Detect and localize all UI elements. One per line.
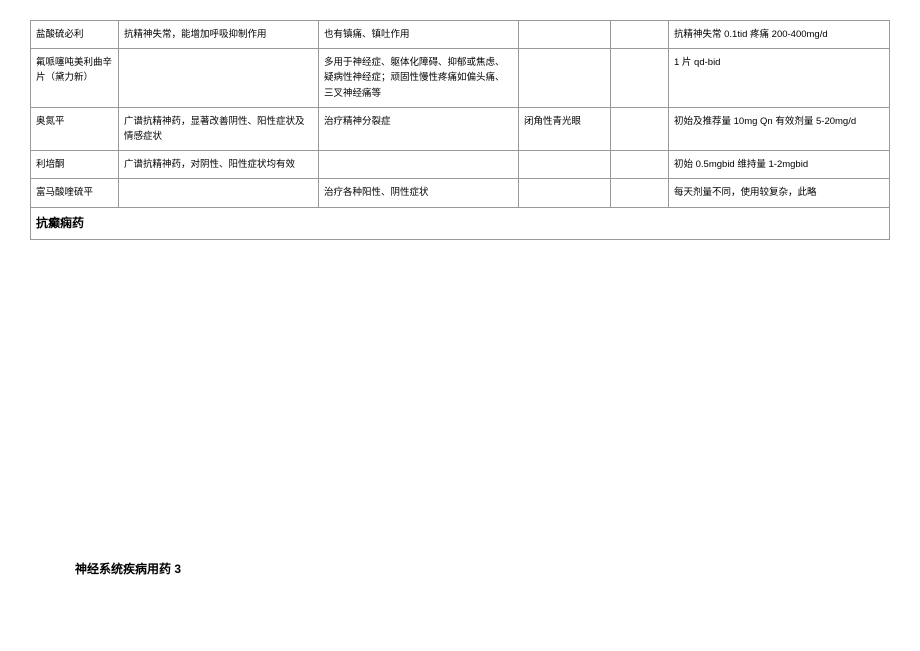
cell-mechanism: 广谱抗精神药，对阴性、阳性症状均有效 <box>119 151 319 179</box>
cell-indication: 多用于神经症、躯体化障碍、抑郁或焦虑、疑病性神经症；顽固性慢性疼痛如偏头痛、三叉… <box>319 49 519 108</box>
cell-contraindication <box>519 179 611 207</box>
cell-blank <box>611 21 669 49</box>
cell-mechanism <box>119 179 319 207</box>
cell-blank <box>611 107 669 150</box>
cell-contraindication <box>519 151 611 179</box>
section-header-cell: 抗癫痫药 <box>31 207 890 239</box>
page-footer: 神经系统疾病用药 3 <box>30 560 890 577</box>
table-row: 利培酮 广谱抗精神药，对阴性、阳性症状均有效 初始 0.5mgbid 维持量 1… <box>31 151 890 179</box>
cell-blank <box>611 151 669 179</box>
cell-indication: 也有镇痛、镇吐作用 <box>319 21 519 49</box>
table-row: 盐酸硫必利 抗精神失常，能增加呼吸抑制作用 也有镇痛、镇吐作用 抗精神失常 0.… <box>31 21 890 49</box>
cell-mechanism: 广谱抗精神药，显著改善阴性、阳性症状及情感症状 <box>119 107 319 150</box>
cell-indication: 治疗各种阳性、阴性症状 <box>319 179 519 207</box>
cell-blank <box>611 49 669 108</box>
cell-blank <box>611 179 669 207</box>
table-row: 奥氮平 广谱抗精神药，显著改善阴性、阳性症状及情感症状 治疗精神分裂症 闭角性青… <box>31 107 890 150</box>
cell-dosage: 初始 0.5mgbid 维持量 1-2mgbid <box>669 151 890 179</box>
cell-dosage: 每天剂量不同，使用较复杂，此略 <box>669 179 890 207</box>
drug-table: 盐酸硫必利 抗精神失常，能增加呼吸抑制作用 也有镇痛、镇吐作用 抗精神失常 0.… <box>30 20 890 240</box>
table-row: 氟哌噻吨美利曲辛片（黛力新） 多用于神经症、躯体化障碍、抑郁或焦虑、疑病性神经症… <box>31 49 890 108</box>
cell-drug-name: 利培酮 <box>31 151 119 179</box>
cell-dosage: 抗精神失常 0.1tid 疼痛 200-400mg/d <box>669 21 890 49</box>
cell-mechanism <box>119 49 319 108</box>
cell-dosage: 1 片 qd-bid <box>669 49 890 108</box>
cell-drug-name: 奥氮平 <box>31 107 119 150</box>
cell-contraindication <box>519 49 611 108</box>
cell-mechanism: 抗精神失常，能增加呼吸抑制作用 <box>119 21 319 49</box>
cell-indication: 治疗精神分裂症 <box>319 107 519 150</box>
cell-contraindication <box>519 21 611 49</box>
document-page: 盐酸硫必利 抗精神失常，能增加呼吸抑制作用 也有镇痛、镇吐作用 抗精神失常 0.… <box>0 0 920 597</box>
cell-drug-name: 氟哌噻吨美利曲辛片（黛力新） <box>31 49 119 108</box>
table-row: 富马酸喹硫平 治疗各种阳性、阴性症状 每天剂量不同，使用较复杂，此略 <box>31 179 890 207</box>
cell-drug-name: 盐酸硫必利 <box>31 21 119 49</box>
cell-dosage: 初始及推荐量 10mg Qn 有效剂量 5-20mg/d <box>669 107 890 150</box>
cell-drug-name: 富马酸喹硫平 <box>31 179 119 207</box>
section-header-row: 抗癫痫药 <box>31 207 890 239</box>
cell-indication <box>319 151 519 179</box>
cell-contraindication: 闭角性青光眼 <box>519 107 611 150</box>
